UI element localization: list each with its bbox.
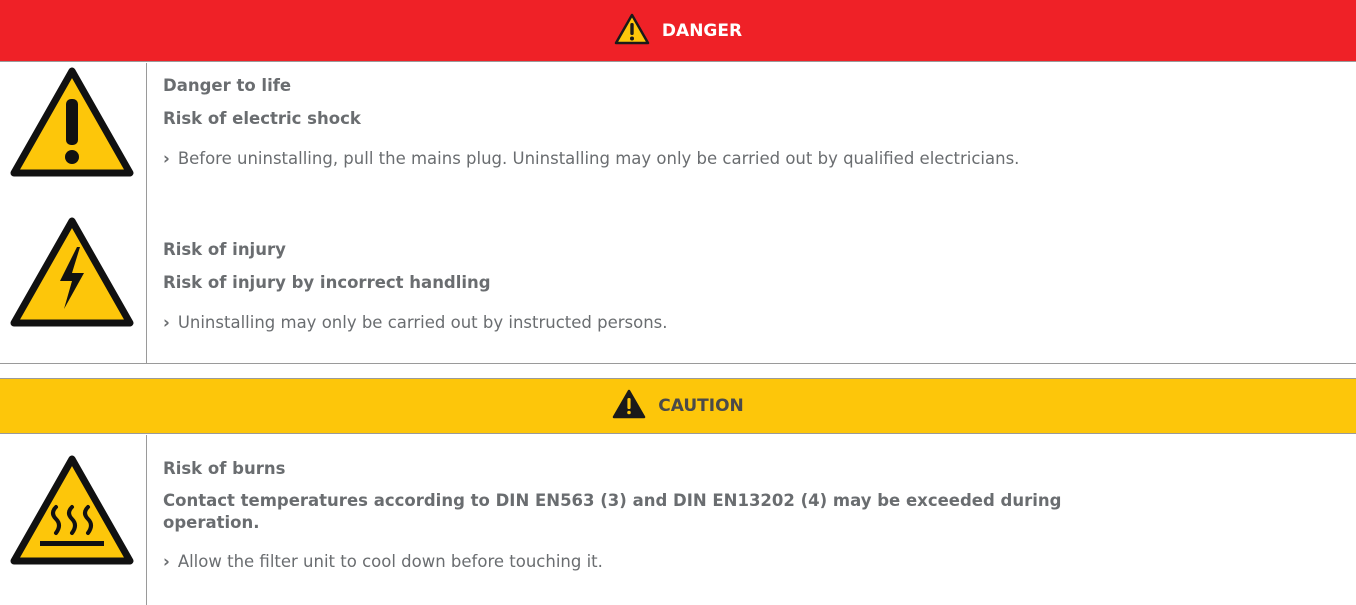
instruction-text: Uninstalling may only be carried out by …	[177, 313, 668, 332]
hazard-subtitle-line2: operation.	[163, 513, 260, 532]
danger-header: DANGER	[0, 0, 1356, 62]
hazard-subtitle: Risk of electric shock	[163, 109, 361, 128]
caution-title: CAUTION	[658, 396, 744, 416]
caution-body: Risk of burns Contact temperatures accor…	[0, 435, 1356, 605]
danger-body: Danger to life Risk of electric shock › B…	[0, 63, 1356, 364]
hazard-title: Danger to life	[163, 76, 292, 95]
instruction-text: Before uninstalling, pull the mains plug…	[177, 149, 1020, 168]
bullet-arrow: ›	[163, 149, 170, 168]
caution-header: CAUTION	[0, 378, 1356, 434]
warning-exclamation-icon	[612, 389, 646, 423]
bullet-arrow: ›	[163, 552, 170, 571]
hazard-title: Risk of burns	[163, 459, 286, 478]
bullet-arrow: ›	[163, 313, 170, 332]
hazard-instruction: › Uninstalling may only be carried out by…	[163, 313, 668, 332]
hazard-title: Risk of injury	[163, 240, 286, 259]
hazard-subtitle: Risk of injury by incorrect handling	[163, 273, 491, 292]
instruction-text: Allow the filter unit to cool down befor…	[177, 552, 603, 571]
warning-exclamation-icon	[614, 13, 650, 49]
hazard-instruction: › Allow the filter unit to cool down befo…	[163, 552, 603, 571]
divider	[146, 435, 147, 605]
hazard-instruction: › Before uninstalling, pull the mains plu…	[163, 149, 1019, 168]
warning-exclamation-icon	[10, 67, 134, 181]
danger-title: DANGER	[661, 20, 743, 41]
electric-shock-icon	[10, 217, 134, 331]
hot-surface-icon	[10, 455, 134, 569]
hazard-subtitle-line1: Contact temperatures according to DIN EN…	[163, 491, 1062, 510]
divider	[146, 63, 147, 363]
